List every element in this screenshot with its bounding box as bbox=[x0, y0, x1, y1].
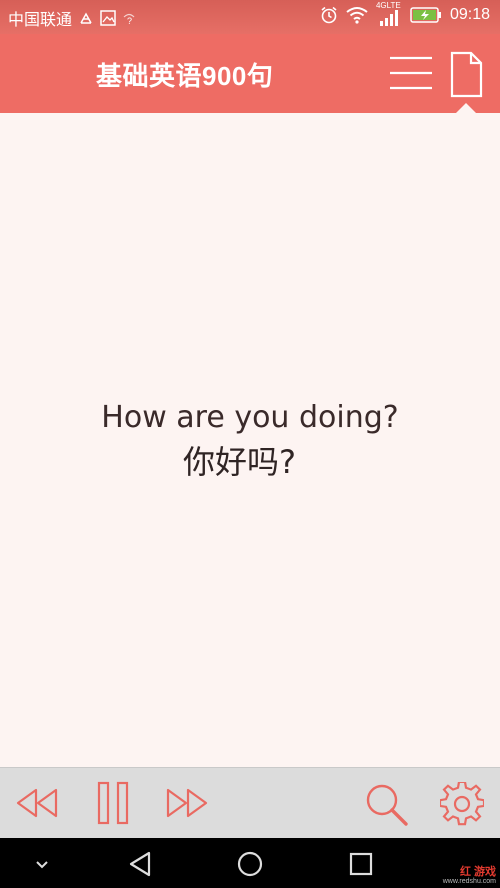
wifi-icon bbox=[346, 6, 368, 24]
document-button[interactable] bbox=[446, 50, 486, 100]
network-indicator: 4GLTE bbox=[376, 2, 402, 26]
rewind-button[interactable] bbox=[14, 786, 60, 824]
document-icon bbox=[450, 51, 483, 98]
back-icon bbox=[129, 851, 151, 877]
carrier-name: 中国联通 bbox=[8, 12, 73, 29]
usb-icon bbox=[78, 11, 94, 25]
signal-icon bbox=[379, 10, 398, 26]
home-button[interactable] bbox=[236, 850, 264, 882]
settings-button[interactable] bbox=[438, 780, 486, 830]
status-right: 4GLTE 09:18 bbox=[320, 2, 490, 26]
image-icon bbox=[100, 10, 116, 26]
watermark-url: www.redshu.com bbox=[442, 878, 496, 885]
gear-icon bbox=[438, 780, 486, 826]
rewind-icon bbox=[16, 788, 58, 818]
clock: 09:18 bbox=[449, 6, 490, 23]
search-icon bbox=[366, 784, 408, 826]
watermark-brand: 红 游戏 bbox=[459, 866, 496, 878]
fast-forward-button[interactable] bbox=[164, 786, 210, 824]
recents-button[interactable] bbox=[348, 851, 374, 881]
system-nav-bar: 红 游戏 www.redshu.com bbox=[0, 838, 500, 888]
home-icon bbox=[237, 851, 263, 877]
menu-button[interactable] bbox=[386, 54, 436, 94]
network-type: 4GLTE bbox=[375, 1, 401, 10]
english-sentence: How are you doing? bbox=[101, 400, 399, 435]
pause-icon bbox=[97, 781, 129, 825]
active-tab-pointer bbox=[456, 103, 476, 113]
app-header: 基础英语900句 bbox=[0, 34, 500, 113]
svg-text:?: ? bbox=[127, 16, 132, 25]
alarm-icon bbox=[320, 6, 338, 24]
back-button[interactable] bbox=[127, 850, 153, 882]
search-button[interactable] bbox=[362, 780, 410, 832]
watermark: 红 游戏 www.redshu.com bbox=[442, 866, 496, 886]
status-left: 中国联通 ? bbox=[8, 6, 136, 30]
recents-icon bbox=[349, 852, 373, 876]
page-title: 基础英语900句 bbox=[96, 61, 274, 91]
hide-keyboard-icon bbox=[36, 861, 48, 869]
playback-controls bbox=[0, 767, 500, 838]
fast-forward-icon bbox=[166, 788, 208, 818]
hide-keyboard-button[interactable] bbox=[34, 856, 50, 875]
chinese-translation: 你好吗? bbox=[183, 443, 296, 481]
pause-button[interactable] bbox=[96, 780, 130, 830]
sentence-panel: How are you doing? 你好吗? bbox=[0, 113, 500, 767]
question-icon: ? bbox=[122, 11, 136, 25]
menu-icon bbox=[390, 56, 432, 90]
status-bar: 中国联通 ? 4GLTE 09:18 bbox=[0, 0, 500, 34]
battery-charging-icon bbox=[410, 7, 442, 23]
